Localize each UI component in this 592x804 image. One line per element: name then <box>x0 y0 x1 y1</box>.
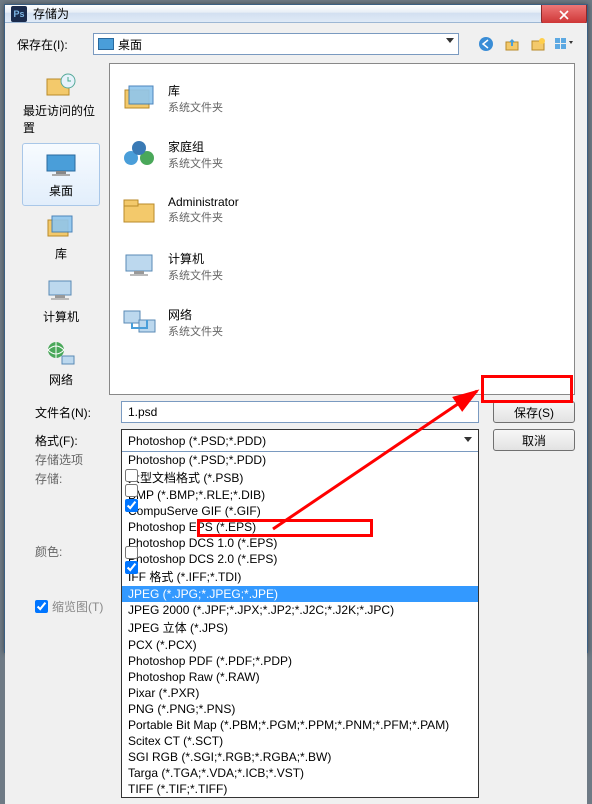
sidebar-item-recent[interactable]: 最近访问的位置 <box>22 63 100 143</box>
opt-checkbox[interactable] <box>125 484 138 497</box>
format-option[interactable]: 大型文档格式 (*.PSB) <box>122 468 478 487</box>
list-item-sub: 系统文件夹 <box>168 323 223 339</box>
format-option[interactable]: Scitex CT (*.SCT) <box>122 733 478 749</box>
sidebar-item-label: 桌面 <box>49 182 73 199</box>
color-label: 颜色: <box>35 543 115 560</box>
cancel-button[interactable]: 取消 <box>493 429 575 451</box>
list-item-name: Administrator <box>168 195 239 209</box>
sidebar-item-label: 最近访问的位置 <box>23 102 99 136</box>
opt-checkbox[interactable] <box>125 499 138 512</box>
format-selected[interactable]: Photoshop (*.PSD;*.PDD) <box>122 430 478 452</box>
format-option[interactable]: PCX (*.PCX) <box>122 637 478 653</box>
list-item-sub: 系统文件夹 <box>168 209 239 225</box>
format-option[interactable]: Photoshop DCS 2.0 (*.EPS) <box>122 551 478 567</box>
file-list[interactable]: 库系统文件夹 家庭组系统文件夹 Administrator系统文件夹 计算机系统… <box>109 63 575 395</box>
close-icon <box>559 10 569 20</box>
format-option[interactable]: Photoshop (*.PSD;*.PDD) <box>122 452 478 468</box>
opt-checkbox[interactable] <box>125 561 138 574</box>
view-menu-button[interactable] <box>553 33 575 55</box>
list-item-sub: 系统文件夹 <box>168 267 223 283</box>
computer-icon <box>44 277 78 305</box>
format-option[interactable]: JPEG 2000 (*.JPF;*.JPX;*.JP2;*.J2C;*.J2K… <box>122 602 478 618</box>
filename-label: 文件名(N): <box>35 401 115 421</box>
format-option[interactable]: CompuServe GIF (*.GIF) <box>122 503 478 519</box>
list-item-name: 库 <box>168 82 223 99</box>
back-icon <box>478 36 494 52</box>
list-item-sub: 系统文件夹 <box>168 155 223 171</box>
desktop-icon <box>98 38 114 50</box>
places-sidebar: 最近访问的位置 桌面 库 计算机 网络 <box>17 63 105 395</box>
format-option[interactable]: Photoshop PDF (*.PDF;*.PDP) <box>122 653 478 669</box>
format-option[interactable]: Photoshop Raw (*.RAW) <box>122 669 478 685</box>
store-label: 存储: <box>35 470 115 487</box>
new-folder-button[interactable] <box>527 33 549 55</box>
window-title: 存储为 <box>33 5 69 22</box>
filename-value: 1.psd <box>128 405 157 419</box>
sidebar-item-label: 计算机 <box>43 308 79 325</box>
savein-label: 保存在(I): <box>17 36 87 53</box>
back-button[interactable] <box>475 33 497 55</box>
format-option[interactable]: SGI RGB (*.SGI;*.RGB;*.RGBA;*.BW) <box>122 749 478 765</box>
network-icon <box>44 340 78 368</box>
computer-icon <box>121 250 159 282</box>
format-label: 格式(F): <box>35 429 115 449</box>
titlebar[interactable]: Ps 存储为 <box>5 5 587 23</box>
list-item[interactable]: 库系统文件夹 <box>112 70 572 126</box>
network-icon <box>121 306 159 338</box>
savein-value: 桌面 <box>118 36 142 53</box>
chevron-down-icon <box>446 38 454 43</box>
sidebar-item-label: 库 <box>55 245 67 262</box>
libraries-icon <box>44 214 78 242</box>
photoshop-icon: Ps <box>11 6 27 22</box>
format-option[interactable]: Photoshop EPS (*.EPS) <box>122 519 478 535</box>
list-item[interactable]: 计算机系统文件夹 <box>112 238 572 294</box>
list-item[interactable]: 网络系统文件夹 <box>112 294 572 350</box>
list-item-name: 家庭组 <box>168 138 223 155</box>
store-options-header: 存储选项 <box>35 451 115 468</box>
list-item-sub: 系统文件夹 <box>168 99 223 115</box>
list-item[interactable]: 家庭组系统文件夹 <box>112 126 572 182</box>
savein-combo[interactable]: 桌面 <box>93 33 459 55</box>
chevron-down-icon <box>464 437 472 442</box>
view-icon <box>554 36 574 52</box>
libraries-icon <box>121 82 159 114</box>
up-button[interactable] <box>501 33 523 55</box>
new-folder-icon <box>530 36 546 52</box>
format-option[interactable]: IFF 格式 (*.IFF;*.TDI) <box>122 567 478 586</box>
thumbnail-checkbox[interactable]: 缩览图(T) <box>35 598 115 615</box>
format-dropdown[interactable]: Photoshop (*.PSD;*.PDD) Photoshop (*.PSD… <box>121 429 479 798</box>
format-option[interactable]: BMP (*.BMP;*.RLE;*.DIB) <box>122 487 478 503</box>
list-item-name: 计算机 <box>168 250 223 267</box>
dialog-content: 保存在(I): 桌面 最近访问的位置 桌面 <box>5 23 587 804</box>
format-option[interactable]: PNG (*.PNG;*.PNS) <box>122 701 478 717</box>
sidebar-item-computer[interactable]: 计算机 <box>22 269 100 332</box>
format-option[interactable]: Pixar (*.PXR) <box>122 685 478 701</box>
format-option[interactable]: TIFF (*.TIF;*.TIFF) <box>122 781 478 797</box>
format-option[interactable]: Targa (*.TGA;*.VDA;*.ICB;*.VST) <box>122 765 478 781</box>
opt-checkbox[interactable] <box>125 546 138 559</box>
format-option[interactable]: JPEG (*.JPG;*.JPEG;*.JPE) <box>122 586 478 602</box>
recent-icon <box>44 71 78 99</box>
folder-up-icon <box>504 36 520 52</box>
user-folder-icon <box>121 194 159 226</box>
close-button[interactable] <box>541 5 587 25</box>
sidebar-item-libraries[interactable]: 库 <box>22 206 100 269</box>
save-as-dialog: Ps 存储为 保存在(I): 桌面 最近访问 <box>4 4 588 653</box>
sidebar-item-desktop[interactable]: 桌面 <box>22 143 100 206</box>
homegroup-icon <box>121 138 159 170</box>
save-button[interactable]: 保存(S) <box>493 401 575 423</box>
opt-checkbox[interactable] <box>125 469 138 482</box>
list-item[interactable]: Administrator系统文件夹 <box>112 182 572 238</box>
filename-input[interactable]: 1.psd <box>121 401 479 423</box>
desktop-icon <box>44 152 78 178</box>
sidebar-item-network[interactable]: 网络 <box>22 332 100 395</box>
format-option[interactable]: Photoshop DCS 1.0 (*.EPS) <box>122 535 478 551</box>
list-item-name: 网络 <box>168 306 223 323</box>
format-option[interactable]: JPEG 立体 (*.JPS) <box>122 618 478 637</box>
format-options-list[interactable]: Photoshop (*.PSD;*.PDD)大型文档格式 (*.PSB)BMP… <box>122 452 478 797</box>
format-option[interactable]: Portable Bit Map (*.PBM;*.PGM;*.PPM;*.PN… <box>122 717 478 733</box>
sidebar-item-label: 网络 <box>49 371 73 388</box>
